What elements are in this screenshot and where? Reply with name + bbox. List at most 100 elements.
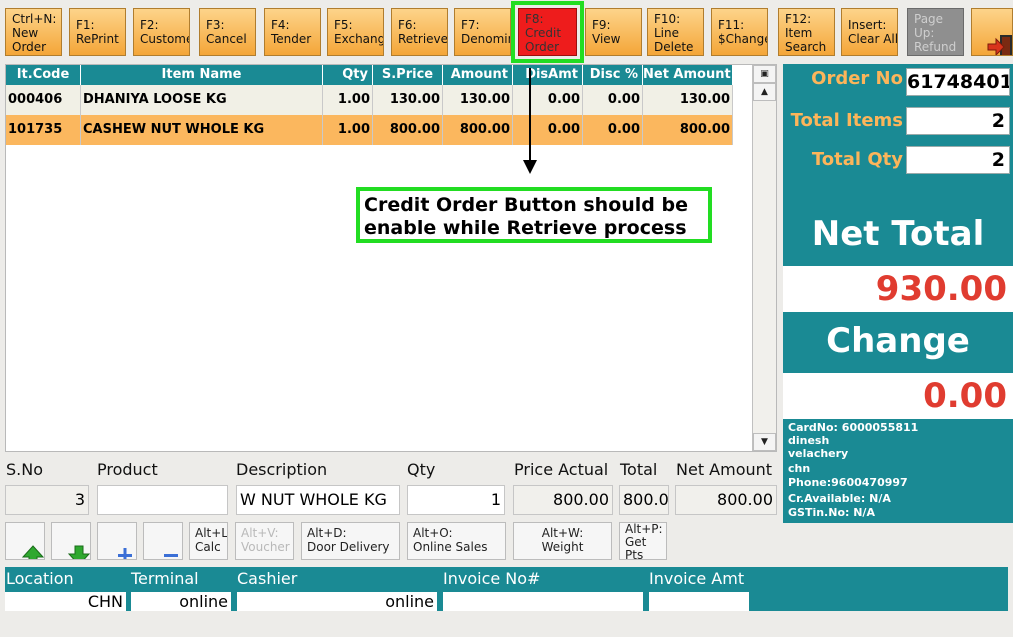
col-sprice[interactable]: S.Price [373,65,443,85]
exchange-button[interactable]: F5: Exchange [327,8,384,56]
terminal-label: Terminal [131,569,199,588]
cell-code: 101735 [6,115,81,145]
line-delete-button[interactable]: F10: Line Delete [647,8,704,56]
cell-disamt: 0.00 [513,85,583,115]
cell-price: 130.00 [373,85,443,115]
customer-phone: Phone:9600470997 [788,476,908,489]
clear-all-button[interactable]: Insert: Clear All [841,8,898,56]
col-amount[interactable]: Amount [443,65,513,85]
customer-city: chn [788,462,811,475]
customer-gstin: GSTin.No: N/A [788,506,875,519]
total-items-field: 2 [906,107,1010,135]
exit-door-icon [987,35,1012,55]
cell-name: DHANIYA LOOSE KG [81,85,323,115]
new-order-button[interactable]: Ctrl+N: New Order [5,8,62,56]
col-disamt[interactable]: DisAmt [513,65,583,85]
invoice-amt-value [649,592,749,611]
exit-button[interactable] [971,8,1013,56]
customer-area: velachery [788,447,849,460]
retrieve-button[interactable]: F6: Retrieve [391,8,448,56]
cell-amount: 800.00 [443,115,513,145]
description-label: Description [236,460,328,479]
net-total-label: Net Total [811,214,985,254]
net-amount-field: 800.00 [675,485,777,515]
door-delivery-button[interactable]: Alt+D: Door Delivery [301,522,400,560]
online-sales-button[interactable]: Alt+O: Online Sales [407,522,506,560]
item-table[interactable]: It.Code Item Name Qty S.Price Amount Dis… [5,64,777,452]
cell-name: CASHEW NUT WHOLE KG [81,115,323,145]
tender-button[interactable]: F4: Tender [264,8,321,56]
col-qty[interactable]: Qty [323,65,373,85]
invoice-no-value [443,592,643,611]
scroll-down-icon[interactable]: ▼ [753,433,776,451]
item-search-button[interactable]: F12: Item Search [778,8,835,56]
invoice-no-label: Invoice No# [443,569,541,588]
minus-icon [163,554,178,557]
description-field: W NUT WHOLE KG [236,485,400,515]
total-items-label: Total Items [790,110,903,131]
status-footer: Location CHN Terminal online Cashier onl… [5,567,1008,611]
net-total-value: 930.00 [783,266,1013,312]
voucher-button: Alt+V: Voucher [235,522,294,560]
order-summary-panel: Order No 61748401 Total Items 2 Total Qt… [783,64,1013,523]
plus-icon [117,548,132,559]
annotation-arrow-head [523,160,537,174]
location-value: CHN [5,592,126,611]
col-itemname[interactable]: Item Name [81,65,323,85]
cell-net: 130.00 [643,85,733,115]
col-netamount[interactable]: Net Amount [643,65,733,85]
cell-qty: 1.00 [323,85,373,115]
order-no-field: 61748401 [906,68,1010,96]
annotation-note: Credit Order Button should be enable whi… [356,187,712,243]
sno-field: 3 [5,485,89,515]
calc-button[interactable]: Alt+L: Calc [189,522,228,560]
arrow-up-icon [21,545,44,559]
refund-button: Page Up: Refund [907,8,964,56]
total-label: Total [620,460,658,479]
col-itcode[interactable]: It.Code [6,65,81,85]
location-label: Location [6,569,74,588]
customer-card: CardNo: 6000055811 [788,421,919,434]
cell-qty: 1.00 [323,115,373,145]
get-points-button[interactable]: Alt+P: Get Pts [619,522,667,560]
scroll-up-icon[interactable]: ▲ [753,83,776,101]
total-qty-field: 2 [906,146,1010,174]
order-no-label: Order No [811,68,903,89]
cell-price: 800.00 [373,115,443,145]
cell-amount: 130.00 [443,85,513,115]
credit-order-highlight [511,1,584,63]
table-row[interactable]: 000406 DHANIYA LOOSE KG 1.00 130.00 130.… [6,85,733,115]
col-disc[interactable]: Disc % [583,65,643,85]
add-qty-button[interactable] [97,522,137,560]
qty-label: Qty [407,460,436,479]
cell-disamt: 0.00 [513,115,583,145]
weight-button[interactable]: Alt+W: Weight [513,522,612,560]
price-actual-label: Price Actual [514,460,609,479]
invoice-amt-label: Invoice Amt [649,569,745,588]
product-label: Product [97,460,158,479]
move-down-button[interactable] [51,522,91,560]
customer-button[interactable]: F2: Customer [133,8,190,56]
move-up-button[interactable] [5,522,45,560]
table-row-selected[interactable]: 101735 CASHEW NUT WHOLE KG 1.00 800.00 8… [6,115,733,145]
customer-name: dinesh [788,434,830,447]
qty-input[interactable]: 1 [407,485,505,515]
total-field: 800.00 [619,485,669,515]
reprint-button[interactable]: F1: RePrint [69,8,126,56]
cell-disc: 0.00 [583,115,643,145]
change-label: Change [826,321,970,361]
cell-net: 800.00 [643,115,733,145]
column-chooser-icon[interactable]: ▣ [753,65,776,83]
cashier-label: Cashier [237,569,298,588]
cancel-button[interactable]: F3: Cancel [199,8,256,56]
view-button[interactable]: F9: View [585,8,642,56]
cell-disc: 0.00 [583,85,643,115]
table-scrollbar[interactable]: ▣ ▲ ▼ [752,65,776,451]
arrow-down-icon [67,545,90,559]
customer-credit: Cr.Available: N/A [788,492,891,505]
change-button[interactable]: F11: $Change [711,8,768,56]
reduce-qty-button[interactable] [143,522,183,560]
product-input[interactable] [97,485,228,515]
total-qty-label: Total Qty [811,149,903,170]
denomination-button[interactable]: F7: Denomination [454,8,511,56]
